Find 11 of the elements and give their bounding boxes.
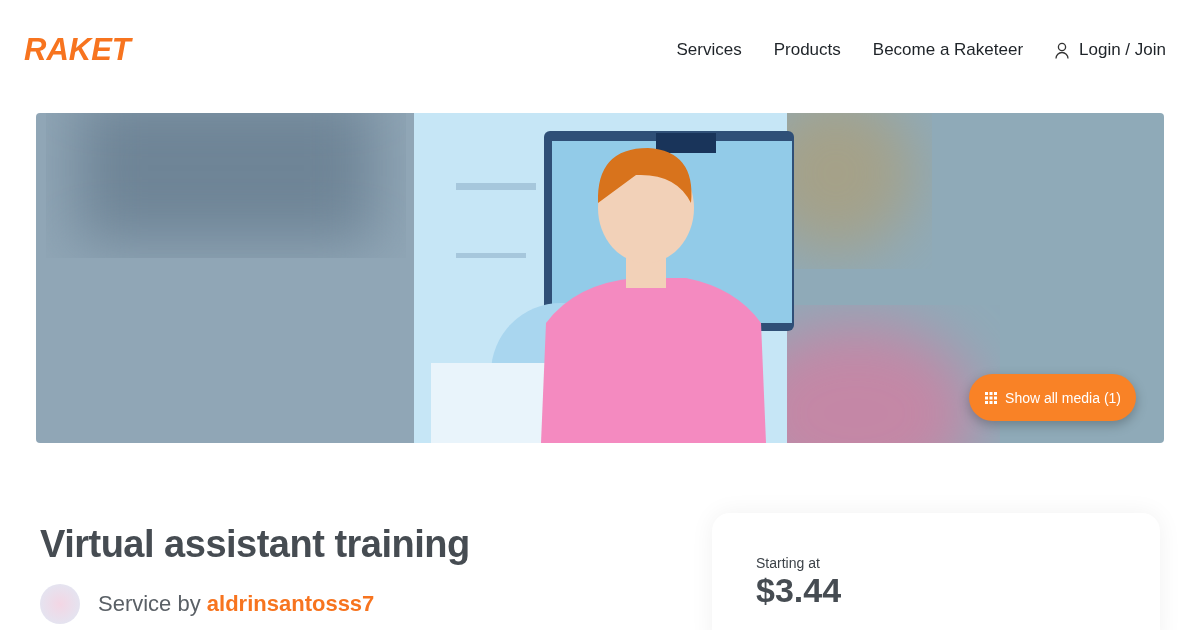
nav-link[interactable]: Services (676, 40, 742, 60)
login-link[interactable]: Login / Join (1079, 40, 1166, 60)
avatar-icon (40, 584, 80, 624)
user-icon (1055, 41, 1070, 59)
nav-link[interactable]: Products (773, 40, 841, 60)
price-label: Starting at (756, 555, 821, 571)
nav-link[interactable]: Become a Raketeer (872, 40, 1024, 60)
grid-icon (985, 391, 998, 404)
service-by-text: Service by aldrinsantosss7 (98, 591, 375, 617)
service-title: Virtual assistant training (40, 523, 470, 566)
price: $3.44 (756, 571, 843, 610)
